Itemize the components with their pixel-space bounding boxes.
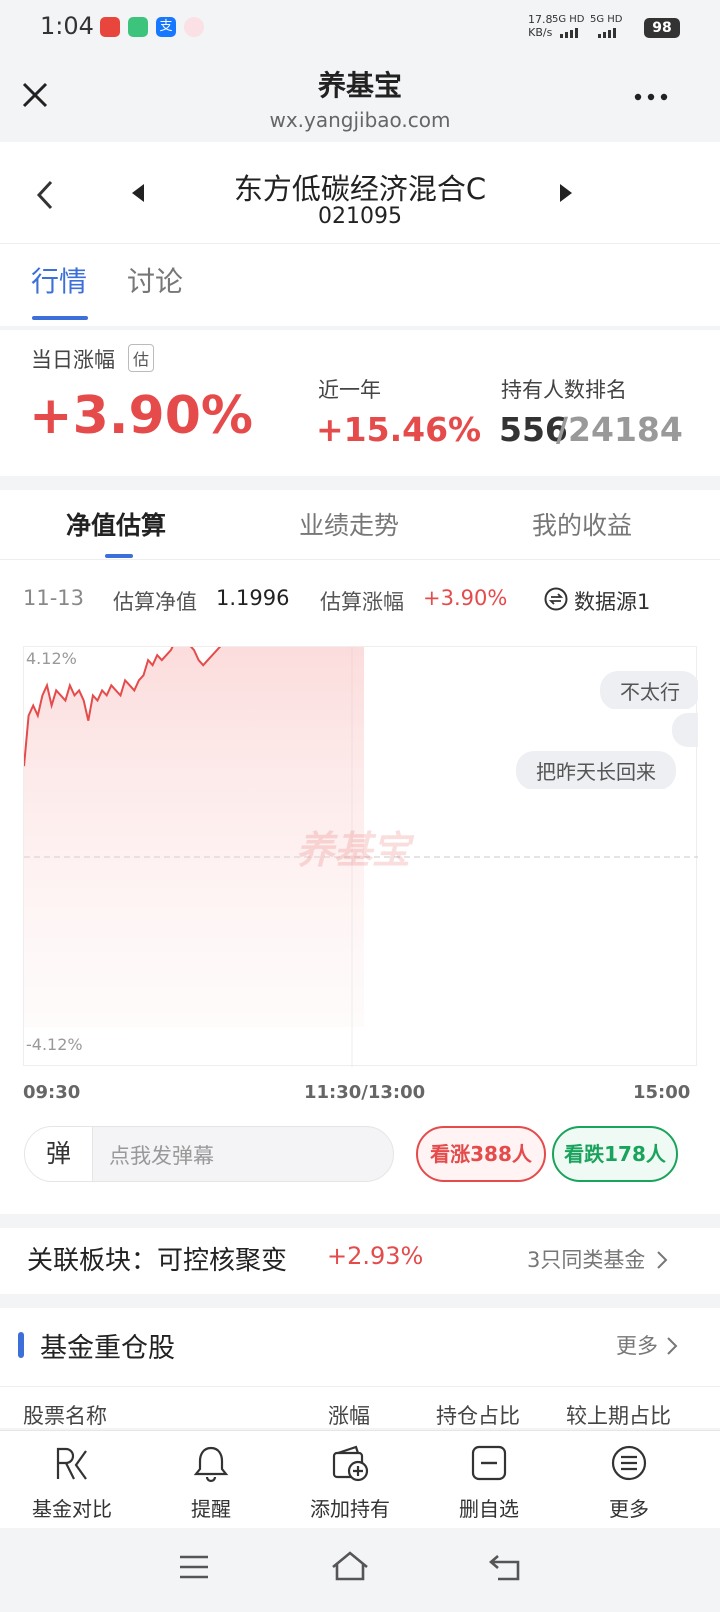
estimate-change-value: +3.90% — [423, 586, 508, 610]
more-icon — [611, 1445, 647, 1481]
page-url: wx.yangjibao.com — [269, 108, 451, 132]
clock: 1:04 — [40, 12, 94, 40]
fund-code: 021095 — [318, 204, 402, 229]
page-title: 养基宝 — [317, 69, 402, 102]
fund-header: 东方低碳经济混合C 021095 — [0, 142, 720, 244]
tab-my-earnings[interactable]: 我的收益 — [532, 506, 632, 542]
year-change-value: +15.46% — [316, 410, 482, 449]
y-min-label: -4.12% — [26, 1035, 83, 1054]
back-nav-icon[interactable] — [488, 1552, 524, 1582]
holder-rank-label: 持有人数排名 — [501, 378, 627, 402]
danmu-icon[interactable]: 弹 — [25, 1127, 93, 1181]
column-ratio-change: 较上期占比 — [566, 1404, 671, 1428]
danmu-input[interactable]: 弹 点我发弹幕 — [24, 1126, 394, 1182]
more-dots-icon[interactable] — [634, 92, 668, 102]
section-marker — [18, 1332, 24, 1358]
tab-discussion[interactable]: 讨论 — [127, 260, 183, 300]
intraday-chart[interactable]: 4.12% -4.12% 养基宝 不太行 把昨天长回来 — [23, 646, 698, 1067]
column-position-ratio: 持仓占比 — [436, 1404, 520, 1428]
vote-down-button[interactable]: 看跌178人 — [552, 1126, 678, 1182]
data-source-button[interactable]: 数据源1 — [574, 586, 650, 616]
year-change-label: 近一年 — [318, 378, 381, 402]
compare-icon — [56, 1447, 87, 1480]
danmu-bubble — [672, 713, 698, 747]
app-notification-icon — [100, 17, 120, 37]
sim2-label: 5G HD — [590, 14, 623, 25]
vote-up-button[interactable]: 看涨388人 — [416, 1126, 546, 1182]
menu-icon[interactable] — [178, 1554, 210, 1580]
tab-performance[interactable]: 业绩走势 — [299, 506, 399, 542]
next-fund-icon[interactable] — [558, 182, 574, 204]
browser-header: 养基宝 wx.yangjibao.com — [0, 56, 720, 142]
home-icon[interactable] — [330, 1550, 370, 1582]
daily-change-label: 当日涨幅 — [31, 348, 115, 372]
estimate-nav-label: 估算净值 — [113, 590, 197, 614]
remove-watchlist-button[interactable]: 删自选 — [417, 1431, 561, 1529]
tab-indicator — [32, 316, 88, 320]
video-app-icon — [128, 17, 148, 37]
daily-change-value: +3.90% — [29, 386, 253, 446]
bell-icon — [193, 1446, 229, 1483]
tab-market[interactable]: 行情 — [31, 260, 87, 300]
bottom-toolbar: 基金对比 提醒 添加持有 删自选 更多 — [0, 1430, 720, 1528]
signal-icon — [560, 28, 578, 38]
estimate-tag: 估 — [128, 344, 155, 372]
chart-tabs: 净值估算 业绩走势 我的收益 — [0, 490, 720, 560]
danmu-bubble: 不太行 — [600, 671, 698, 709]
related-sector[interactable]: 关联板块：可控核聚变 +2.93% 3只同类基金 — [0, 1228, 720, 1294]
holdings-title: 基金重仓股 — [40, 1333, 175, 1364]
subtab-indicator — [105, 554, 133, 558]
tab-nav-estimate[interactable]: 净值估算 — [66, 506, 166, 542]
more-button[interactable]: 更多 — [557, 1431, 701, 1529]
similar-funds-link[interactable]: 3只同类基金 — [527, 1244, 645, 1274]
x-label-open: 09:30 — [23, 1082, 81, 1103]
holder-rank-total: /24184 — [556, 410, 683, 449]
switch-source-icon[interactable] — [544, 587, 568, 611]
estimate-section: 11-13 估算净值 1.1996 估算涨幅 +3.90% 数据源1 4.12%… — [0, 560, 720, 1214]
fund-name: 东方低碳经济混合C — [233, 172, 487, 206]
battery-icon: 98 — [644, 18, 680, 38]
estimate-date: 11-13 — [23, 586, 85, 610]
system-nav-bar — [0, 1528, 720, 1612]
x-label-midday: 11:30/13:00 — [304, 1082, 426, 1103]
chevron-right-icon — [667, 1337, 678, 1355]
fund-compare-button[interactable]: 基金对比 — [0, 1431, 144, 1529]
danmu-bubble: 把昨天长回来 — [516, 751, 698, 789]
remove-icon — [471, 1445, 507, 1481]
holdings-more-link[interactable]: 更多 — [616, 1330, 658, 1360]
wallet-add-icon — [332, 1445, 369, 1482]
x-label-close: 15:00 — [633, 1082, 691, 1103]
add-holding-button[interactable]: 添加持有 — [278, 1431, 422, 1529]
sim1-label: 5G HD — [552, 14, 585, 25]
divider — [0, 1386, 720, 1387]
column-stock-name: 股票名称 — [23, 1404, 107, 1428]
estimate-change-label: 估算涨幅 — [320, 590, 404, 614]
sector-label: 关联板块：可控核聚变 — [27, 1246, 288, 1276]
avatar-app-icon — [184, 17, 204, 37]
main-tabs: 行情 讨论 — [0, 244, 720, 326]
danmu-placeholder: 点我发弹幕 — [109, 1144, 214, 1168]
status-bar: 1:04 支 17.8 KB/s 5G HD 5G HD 98 — [0, 0, 720, 56]
y-max-label: 4.12% — [26, 649, 77, 668]
watermark: 养基宝 — [296, 828, 411, 872]
fund-stats: 当日涨幅 估 +3.90% 近一年 +15.46% 持有人数排名 556 /24… — [0, 330, 720, 476]
estimate-nav-value: 1.1996 — [216, 586, 290, 610]
alipay-icon: 支 — [156, 17, 176, 37]
signal-icon — [598, 28, 616, 38]
chevron-right-icon — [657, 1251, 668, 1269]
reminder-button[interactable]: 提醒 — [139, 1431, 283, 1529]
sector-change: +2.93% — [327, 1242, 424, 1270]
network-speed: 17.8 KB/s — [528, 13, 553, 39]
column-change: 涨幅 — [328, 1404, 370, 1428]
top-holdings: 基金重仓股 更多 股票名称 涨幅 持仓占比 较上期占比 — [0, 1308, 720, 1428]
